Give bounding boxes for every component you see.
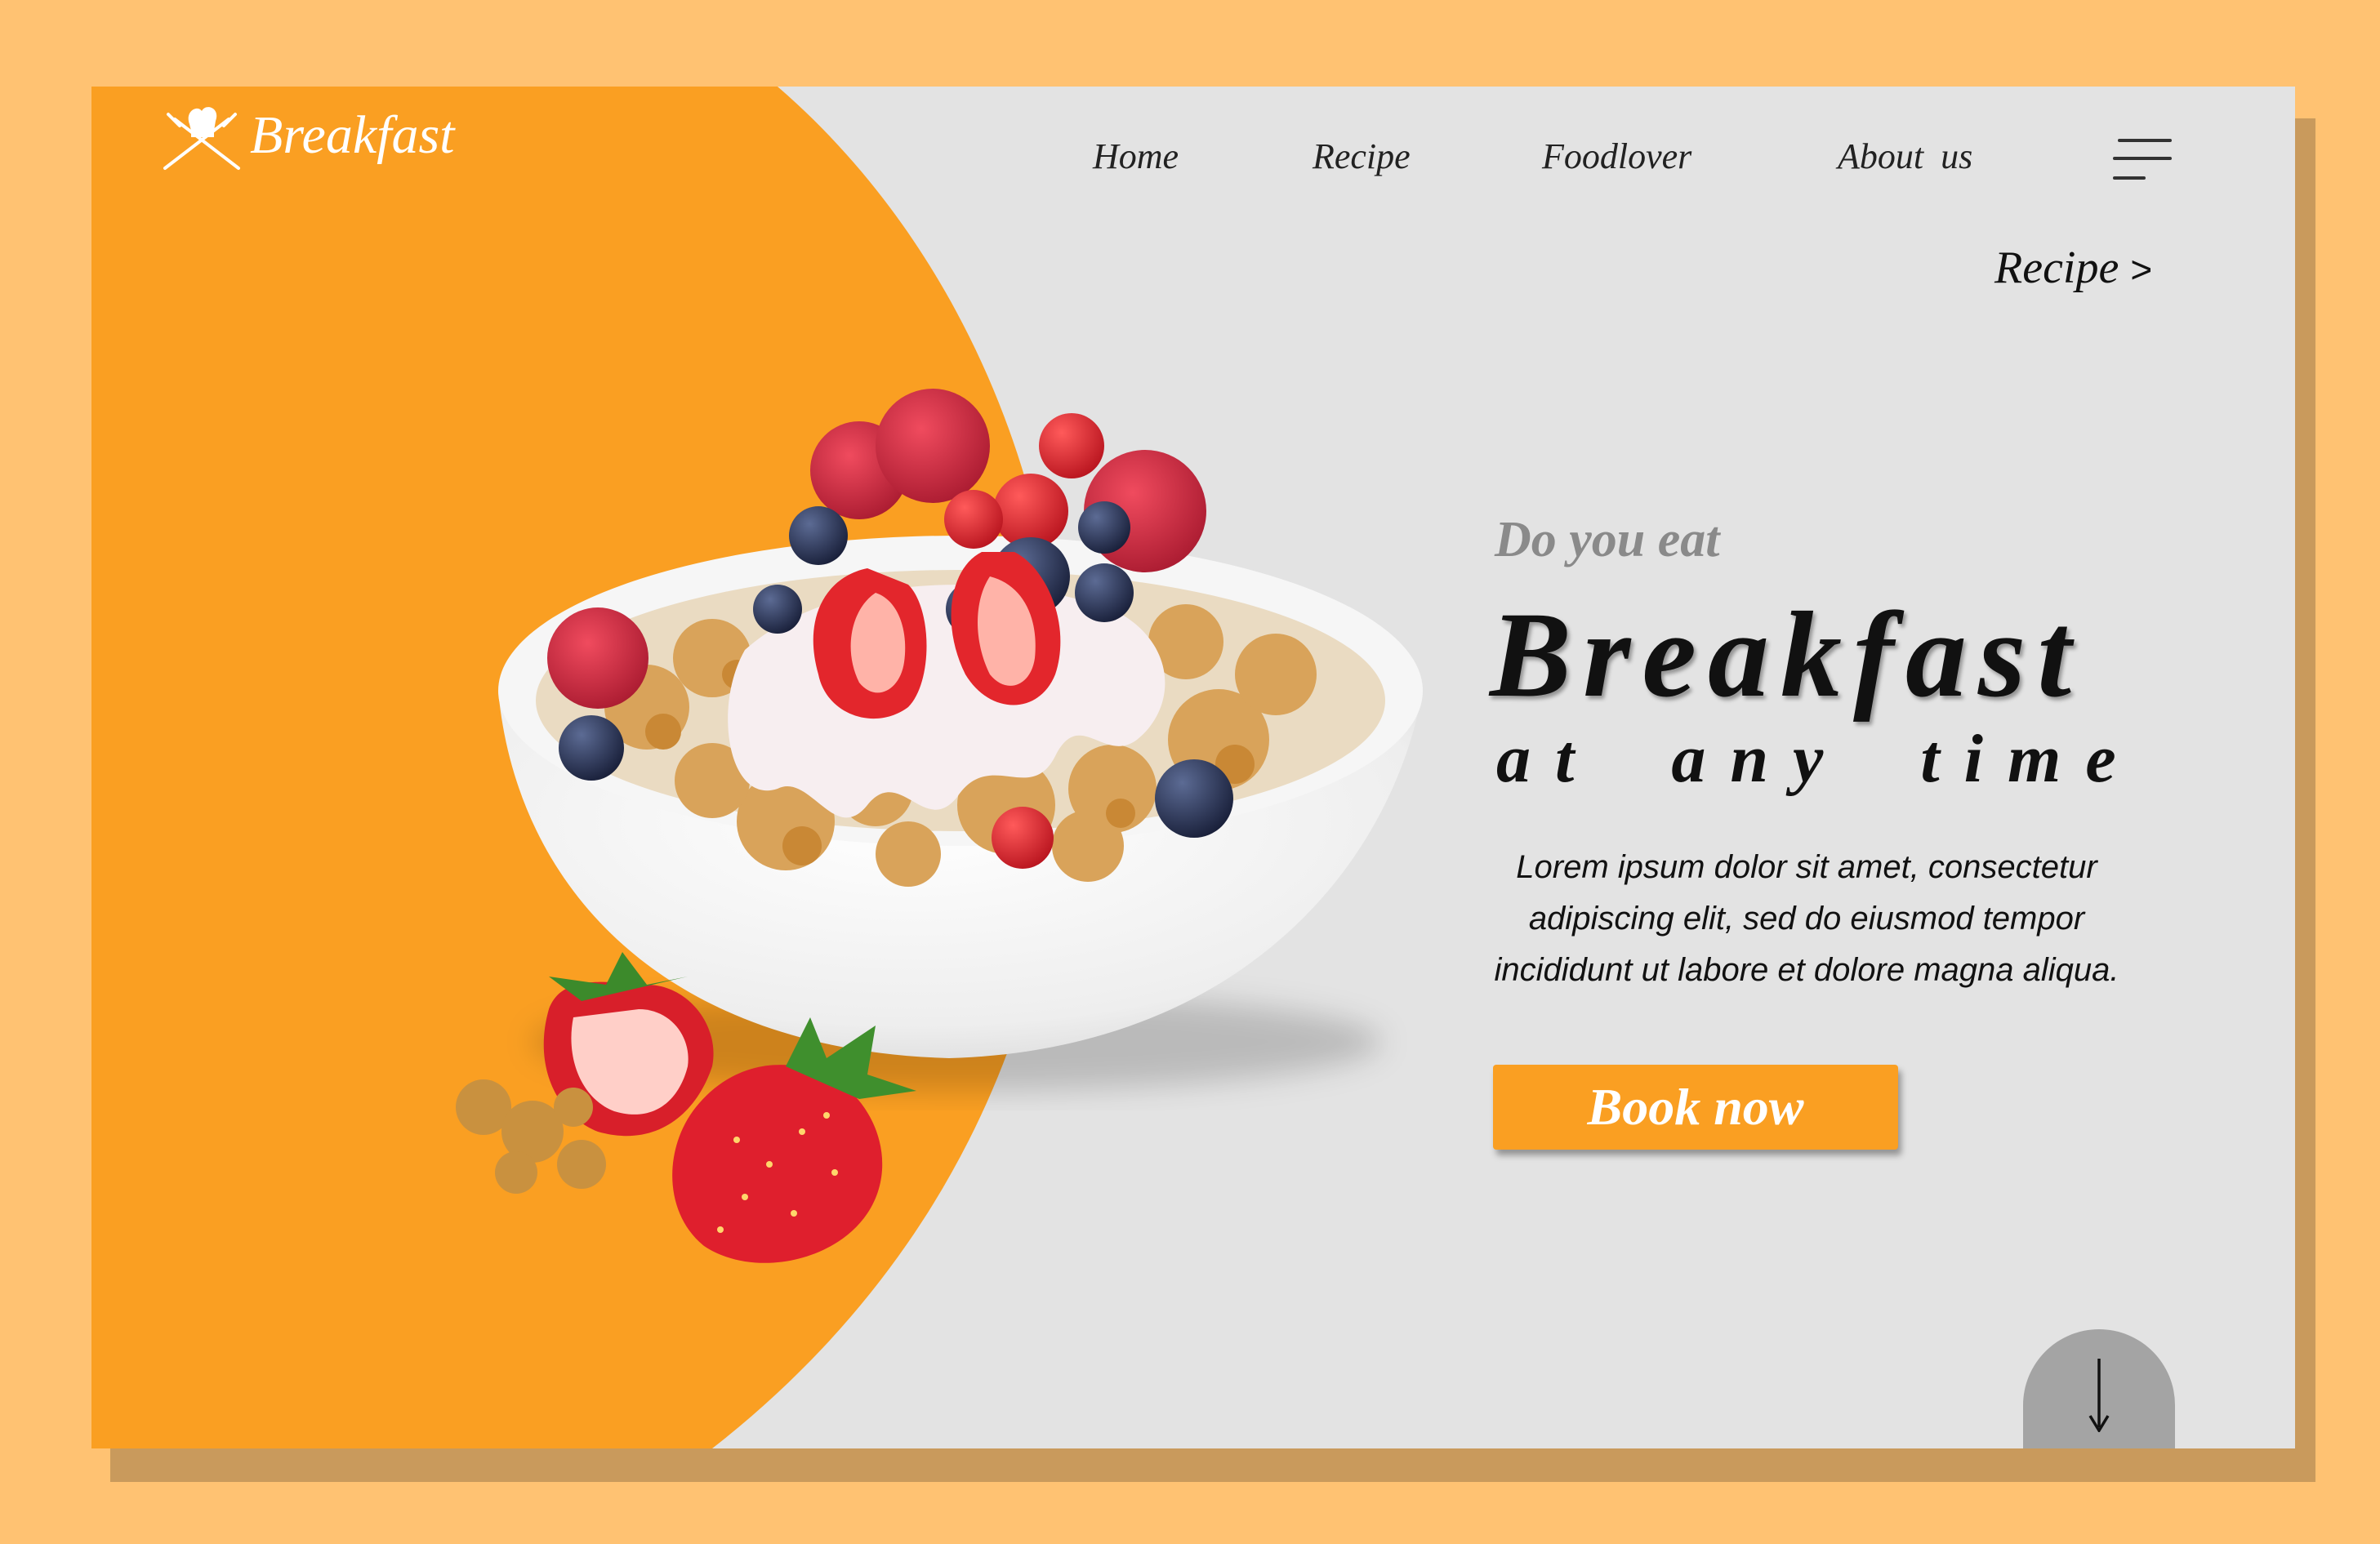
hero-description: Lorem ipsum dolor sit amet, consectetur …	[1494, 849, 2119, 988]
nav-item-foodlover[interactable]: Foodlover	[1542, 136, 1691, 177]
main-navigation: Home Recipe Foodlover About us	[91, 136, 2295, 201]
arrow-down-icon	[2088, 1359, 2110, 1432]
hero-eyebrow: Do you eat	[1495, 512, 1720, 567]
hero-headline: Breakfast	[1490, 587, 2083, 723]
chevron-right-icon: >	[2130, 248, 2153, 291]
landing-page-card: Breakfast Home Recipe Foodlover About us…	[91, 87, 2295, 1448]
nav-item-about-us[interactable]: About us	[1838, 136, 1972, 177]
hamburger-menu-icon[interactable]	[2113, 134, 2172, 186]
book-now-button[interactable]: Book now	[1493, 1065, 1898, 1150]
breadcrumb-recipe-link[interactable]: Recipe >	[1994, 242, 2152, 294]
nav-item-recipe[interactable]: Recipe	[1313, 136, 1411, 177]
breadcrumb-label: Recipe	[1994, 243, 2119, 293]
book-now-label: Book now	[1587, 1078, 1804, 1136]
hero-subheadline: at any time	[1496, 721, 2141, 797]
granola-yogurt-berry-bowl-icon	[456, 389, 1423, 1263]
scroll-down-button[interactable]	[2023, 1329, 2175, 1448]
nav-item-home[interactable]: Home	[1093, 136, 1179, 177]
